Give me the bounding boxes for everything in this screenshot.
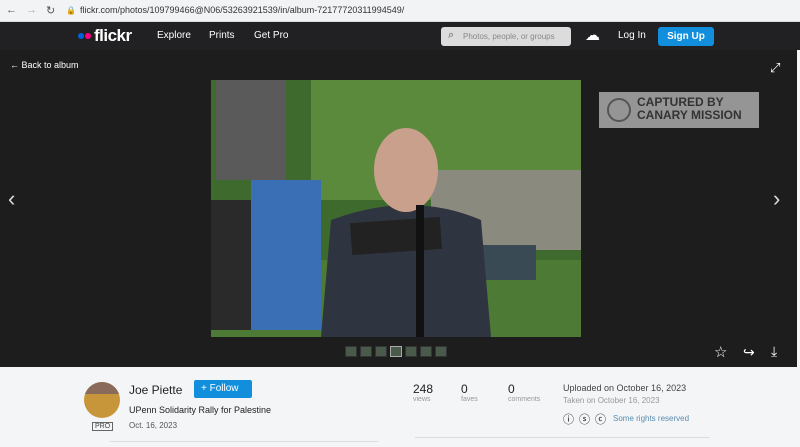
logo-dot-blue <box>78 33 84 39</box>
forward-arrow-icon[interactable]: → <box>26 4 37 16</box>
plus-icon: + <box>201 383 210 394</box>
back-to-album-link[interactable]: ← Back to album <box>10 60 79 70</box>
taken-date: Taken on October 16, 2023 <box>563 396 660 405</box>
flickr-logo[interactable]: flickr <box>94 26 132 46</box>
faves-count: 0 <box>461 382 468 396</box>
divider <box>415 437 710 438</box>
next-arrow-icon[interactable]: › <box>773 186 780 212</box>
canary-logo-icon <box>607 98 631 122</box>
arrow-left-icon: ← <box>10 60 22 70</box>
uploaded-date: Uploaded on October 16, 2023 <box>563 383 687 393</box>
comments-count: 0 <box>508 382 515 396</box>
divider <box>110 441 378 442</box>
nav-get-pro[interactable]: Get Pro <box>254 30 288 41</box>
license-link[interactable]: Some rights reserved <box>613 414 689 423</box>
logo-dot-pink <box>85 33 91 39</box>
pro-badge: PRO <box>92 422 114 431</box>
photo-title: UPenn Solidarity Rally for Palestine <box>129 405 272 415</box>
thumbnail[interactable] <box>435 346 447 357</box>
star-fave-icon[interactable]: ☆ <box>714 343 727 361</box>
thumbnail[interactable] <box>420 346 432 357</box>
share-icon[interactable]: ↪ <box>743 344 755 361</box>
cc-by-icon[interactable]: ⓘ <box>563 411 574 427</box>
main-photo <box>211 80 581 337</box>
back-label: Back to album <box>21 60 79 70</box>
photo-date: Oct. 16, 2023 <box>129 421 178 430</box>
follow-button[interactable]: + Follow <box>194 380 252 398</box>
reload-icon[interactable]: ↻ <box>46 4 55 17</box>
thumbnail[interactable] <box>360 346 372 357</box>
back-arrow-icon[interactable]: ← <box>6 4 17 16</box>
nav-explore[interactable]: Explore <box>157 30 191 41</box>
search-placeholder: Photos, people, or groups <box>463 32 555 41</box>
address-bar[interactable]: flickr.com/photos/109799466@N06/53263921… <box>80 5 404 15</box>
watermark: CAPTURED BY CANARY MISSION <box>599 92 759 128</box>
thumbnail-current[interactable] <box>390 346 402 357</box>
comments-label: comments <box>508 396 541 403</box>
watermark-text: CAPTURED BY CANARY MISSION <box>637 95 742 122</box>
cc-nc-icon[interactable]: ⓢ <box>579 411 590 427</box>
thumbnail[interactable] <box>405 346 417 357</box>
search-icon: ⌕ <box>448 29 455 41</box>
author-name[interactable]: Joe Piette <box>129 383 182 397</box>
faves-label: faves <box>461 396 478 403</box>
fullscreen-icon[interactable]: ⤢ <box>770 60 780 76</box>
views-count: 248 <box>413 382 434 396</box>
views-label: views <box>413 396 431 403</box>
lock-icon: 🔒 <box>66 6 76 15</box>
signup-button[interactable]: Sign Up <box>658 27 714 46</box>
download-icon[interactable]: ⤓ <box>771 343 777 360</box>
login-link[interactable]: Log In <box>618 30 646 41</box>
photo-info <box>0 367 800 447</box>
search-input[interactable]: ⌕ Photos, people, or groups <box>441 27 571 46</box>
browser-toolbar: ← → ↻ 🔒 flickr.com/photos/109799466@N06/… <box>0 0 800 22</box>
upload-cloud-icon[interactable]: ☁ <box>585 26 600 44</box>
cc-sa-icon[interactable]: ⓒ <box>595 411 606 427</box>
nav-prints[interactable]: Prints <box>209 30 235 41</box>
thumbnail[interactable] <box>375 346 387 357</box>
top-nav: flickr Explore Prints Get Pro ⌕ Photos, … <box>0 22 800 50</box>
follow-label: Follow <box>209 383 239 394</box>
thumbnail[interactable] <box>345 346 357 357</box>
previous-arrow-icon[interactable]: ‹ <box>8 186 15 212</box>
avatar[interactable] <box>84 382 120 418</box>
